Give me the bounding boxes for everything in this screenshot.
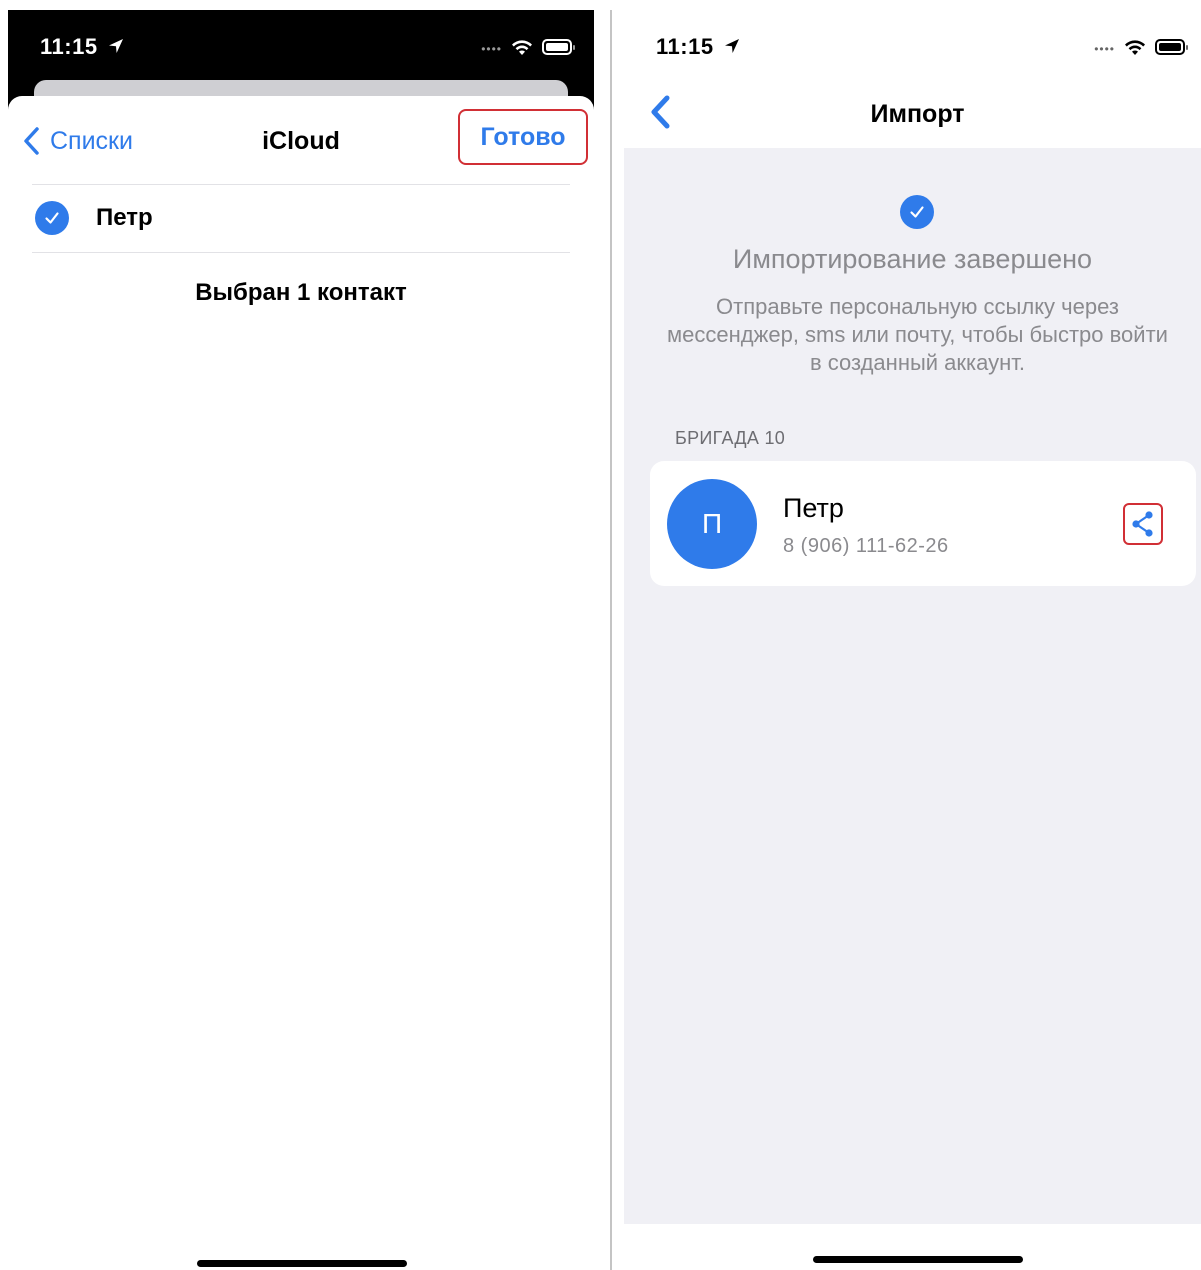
signal-icon: •••• [481, 42, 502, 56]
share-icon [1132, 511, 1153, 537]
signal-icon: •••• [1094, 42, 1115, 56]
location-arrow-icon [725, 39, 740, 53]
selected-count-label: Выбран 1 контакт [195, 279, 407, 306]
import-result-content: Импортирование завершено Отправьте персо… [624, 148, 1201, 1224]
group-label: БРИГАДА 10 [675, 428, 786, 448]
done-button[interactable]: Готово [458, 109, 588, 165]
contact-card[interactable]: П Петр 8 (906) 111-62-26 [650, 461, 1196, 586]
divider [32, 252, 570, 253]
battery-icon [1155, 39, 1188, 55]
success-title: Импортирование завершено [732, 244, 1093, 274]
wifi-icon [1125, 40, 1145, 55]
status-icons: •••• [1094, 38, 1188, 56]
right-screen: 11:15 •••• Импорт Импортирование заверше… [614, 10, 1201, 1270]
sheet-navbar: Списки iCloud Готово [8, 96, 594, 184]
page-title: Импорт [870, 100, 965, 128]
home-indicator [197, 1260, 407, 1267]
contacts-sheet: Списки iCloud Готово Петр Выбран 1 конта… [8, 96, 594, 1270]
status-time: 11:15 [40, 34, 125, 60]
status-icons: •••• [481, 38, 575, 56]
status-bar: 11:15 •••• [614, 10, 1201, 80]
battery-icon [542, 39, 575, 55]
status-time-text: 11:15 [40, 34, 98, 59]
contact-phone: 8 (906) 111-62-26 [783, 535, 949, 557]
contact-name: Петр [96, 204, 153, 231]
checkmark-icon [910, 206, 924, 218]
location-arrow-icon [109, 39, 124, 53]
navbar: Импорт [614, 80, 1201, 148]
screen-divider [610, 10, 612, 1270]
checkmark-icon [45, 212, 59, 224]
avatar: П [667, 479, 757, 569]
success-check-icon [900, 195, 934, 229]
wifi-icon [512, 40, 532, 55]
left-screen: 11:15 •••• Списки iCloud Готово Петр Выб… [8, 10, 594, 1270]
status-bar: 11:15 •••• [8, 10, 594, 90]
status-time-text: 11:15 [656, 34, 714, 59]
home-indicator [813, 1256, 1023, 1263]
contact-row[interactable]: Петр [8, 184, 594, 252]
share-button[interactable] [1123, 503, 1163, 545]
success-description: Отправьте персональную ссылку через месс… [667, 294, 1168, 375]
contact-name: Петр [783, 493, 844, 523]
selected-checkbox[interactable] [35, 201, 69, 235]
status-time: 11:15 [656, 34, 741, 60]
